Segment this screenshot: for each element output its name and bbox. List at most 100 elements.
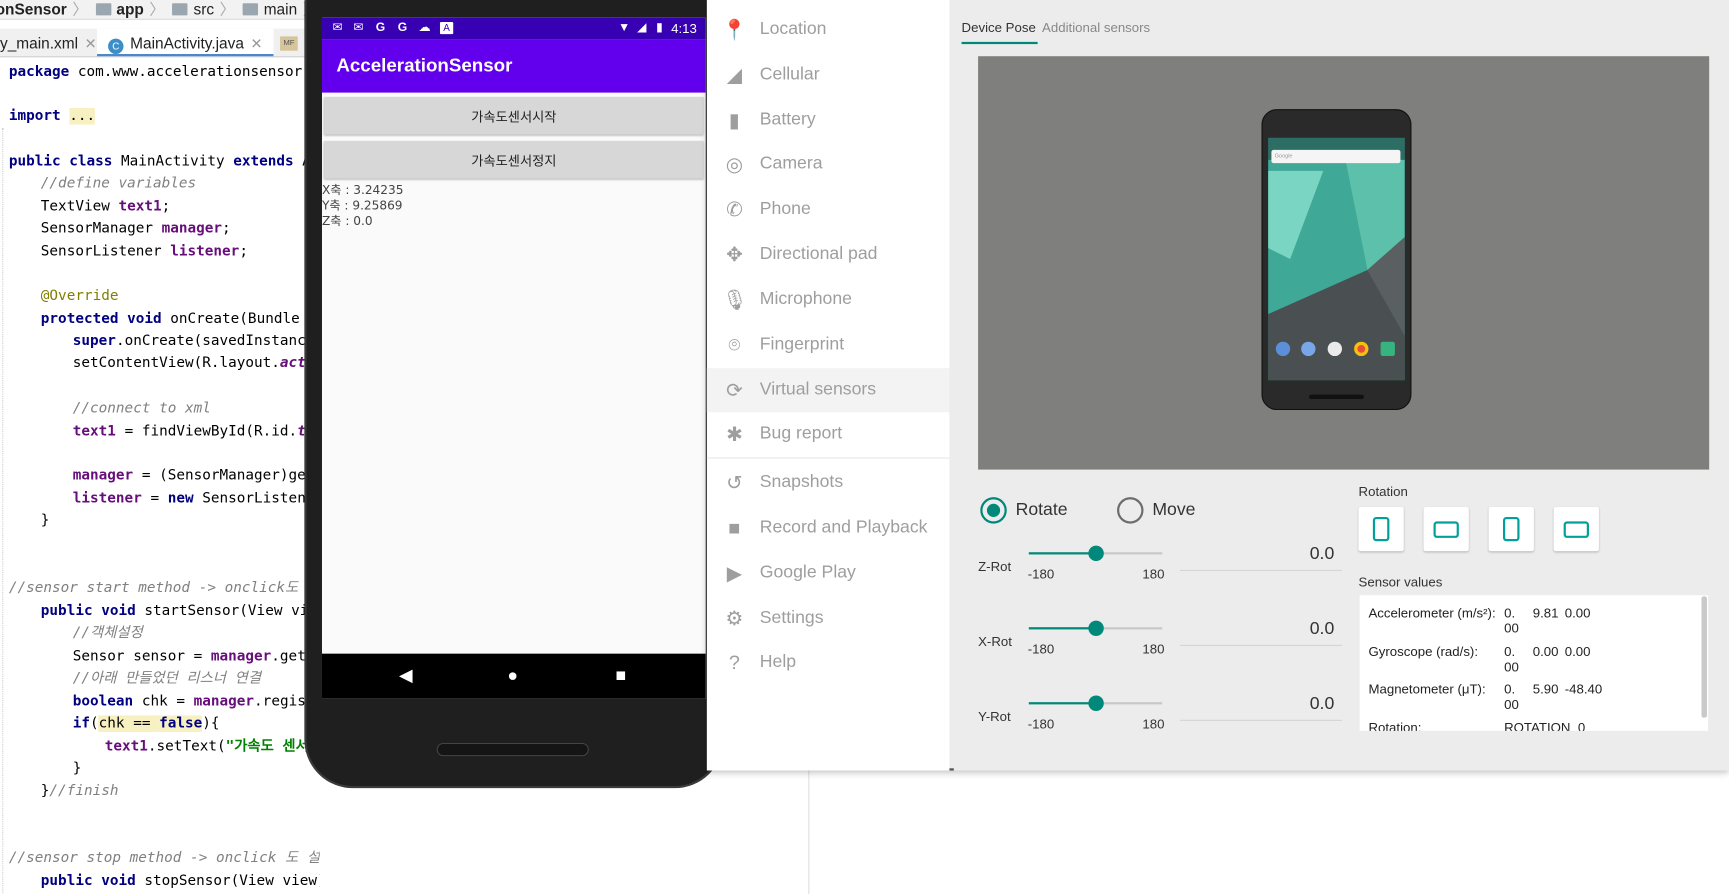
code-line: package com.www.accelerationsensor;: [8, 63, 311, 81]
gmail-icon: ✉: [332, 20, 343, 35]
zrot-slider-thumb[interactable]: [1087, 545, 1104, 562]
rotate-landscape-button[interactable]: [1423, 507, 1469, 552]
code-line: super.onCreate(savedInstanceS: [72, 332, 320, 350]
tab-activity-main-xml[interactable]: y_main.xml ✕: [0, 29, 97, 57]
yrot-max-label: 180: [1142, 716, 1165, 732]
cloud-icon: ☁: [418, 20, 431, 35]
home-icon[interactable]: ●: [491, 654, 535, 699]
device-speaker-grille: [436, 742, 589, 757]
menu-item-label: Location: [759, 19, 827, 39]
fingerprint-icon: ⌾: [728, 333, 741, 357]
magnetometer-z: -48.40: [1564, 681, 1603, 697]
start-sensor-button[interactable]: 가속도센서시작: [324, 97, 704, 135]
gyroscope-y: 0.00: [1532, 643, 1559, 660]
tab-mainactivity-java[interactable]: C MainActivity.java ✕: [97, 28, 274, 57]
dock-messages-icon: [1301, 341, 1316, 357]
code-line: public void stopSensor(View view){: [40, 873, 320, 890]
yrot-value-underline: [1179, 719, 1342, 721]
menu-item-phone[interactable]: ✆ Phone: [707, 187, 950, 231]
breadcrumb-module[interactable]: onSensor: [0, 0, 69, 18]
code-line: import ...: [8, 108, 96, 125]
menu-item-fingerprint[interactable]: ⌾ Fingerprint: [707, 323, 950, 367]
signal-icon: ◢: [726, 63, 743, 86]
dpad-icon: ✥: [726, 243, 743, 266]
gear-icon: ⚙: [725, 607, 744, 630]
yrot-slider-fill: [1028, 702, 1096, 705]
menu-item-directional-pad[interactable]: ✥ Directional pad: [707, 233, 950, 277]
menu-item-battery[interactable]: ▮ Battery: [707, 98, 950, 142]
breadcrumb-app[interactable]: app: [114, 0, 146, 18]
magnetometer-x-wrap: 00: [1504, 696, 1519, 713]
tab-additional-sensors[interactable]: Additional sensors: [1042, 18, 1150, 44]
zrot-label: Z-Rot: [978, 558, 1012, 575]
landscape-icon: [1433, 521, 1459, 538]
move-radio[interactable]: [1117, 497, 1144, 524]
window-edge: [949, 768, 954, 771]
close-icon[interactable]: ✕: [85, 35, 97, 52]
menu-item-settings[interactable]: ⚙ Settings: [707, 596, 950, 640]
editor-divider: [808, 769, 810, 894]
code-editor[interactable]: package com.www.accelerationsensor; impo…: [0, 62, 320, 894]
breadcrumb-src[interactable]: src: [191, 0, 216, 18]
java-class-icon: C: [108, 38, 124, 55]
gyroscope-label: Gyroscope (rad/s):: [1368, 643, 1479, 660]
folder-icon: [95, 3, 111, 16]
menu-item-camera[interactable]: ◎ Camera: [707, 142, 950, 186]
close-icon[interactable]: ✕: [251, 35, 263, 52]
reverse-portrait-icon: [1502, 516, 1520, 542]
reverse-landscape-icon: [1563, 521, 1589, 538]
code-line: }: [72, 760, 82, 778]
history-icon: ↺: [726, 471, 743, 494]
google-icon: G: [375, 20, 386, 35]
google-icon: G: [397, 20, 408, 35]
pose-device-speaker: [1308, 394, 1365, 400]
code-line: //sensor stop method -> onclick 도 설정: [8, 849, 320, 867]
sensor-values-list[interactable]: Accelerometer (m/s²): 0. 00 9.81 0.00 Gy…: [1359, 595, 1709, 731]
rotate-radio[interactable]: [980, 497, 1007, 524]
code-line: text1 = findViewById(R.id.tex: [72, 423, 320, 440]
stop-sensor-button[interactable]: 가속도센서정지: [324, 141, 704, 179]
phone-icon: ✆: [726, 198, 743, 221]
rotate-reverse-portrait-button[interactable]: [1488, 507, 1534, 552]
menu-item-label: Fingerprint: [759, 335, 845, 354]
xrot-slider-fill: [1028, 627, 1096, 630]
zrot-value-field[interactable]: 0.0: [1180, 545, 1335, 565]
code-line: //sensor start method -> onclick도 설: [8, 579, 320, 597]
menu-item-help[interactable]: ? Help: [707, 640, 950, 684]
recents-icon[interactable]: ■: [599, 654, 643, 699]
move-label: Move: [1152, 500, 1196, 520]
menu-item-bug-report[interactable]: ✱ Bug report: [707, 412, 950, 456]
breadcrumb-main[interactable]: main: [261, 0, 299, 18]
menu-item-label: Bug report: [759, 424, 843, 444]
manifest-file-icon[interactable]: MF: [280, 36, 298, 51]
menu-item-snapshots[interactable]: ↺ Snapshots: [707, 461, 950, 505]
menu-item-microphone[interactable]: 🎙 Microphone: [707, 278, 950, 322]
code-line: if(chk == false){: [72, 715, 220, 732]
status-time: 4:13: [671, 20, 697, 37]
rotate-portrait-button[interactable]: [1358, 507, 1404, 552]
code-line: manager = (SensorManager)getS: [72, 467, 320, 484]
menu-item-record-and-playback[interactable]: ■ Record and Playback: [707, 506, 950, 550]
rotation-label: Rotation:: [1368, 719, 1422, 731]
emulator-screen[interactable]: ✉ ✉ G G ☁ A ▼ ◢ ▮ 4:13 AccelerationSenso…: [321, 17, 706, 699]
back-icon[interactable]: ◀: [384, 654, 428, 699]
menu-item-google-play[interactable]: ▶ Google Play: [707, 551, 950, 595]
sensor-values-scrollbar[interactable]: [1701, 596, 1707, 718]
rotate-reverse-landscape-button[interactable]: [1553, 507, 1599, 552]
menu-item-virtual-sensors[interactable]: ⟳ Virtual sensors: [706, 368, 950, 413]
accelerometer-label: Accelerometer (m/s²):: [1368, 605, 1496, 621]
z-axis-value: Z축 : 0.0: [321, 213, 373, 229]
signal-icon: ◢: [637, 20, 647, 35]
xrot-slider-thumb[interactable]: [1087, 620, 1104, 637]
menu-item-cellular[interactable]: ◢ Cellular: [707, 53, 950, 97]
app-title: AccelerationSensor: [321, 39, 706, 93]
xrot-label: X-Rot: [978, 633, 1012, 650]
gyroscope-x-wrap: 00: [1504, 659, 1519, 675]
menu-item-location[interactable]: 📍 Location: [707, 8, 950, 52]
tab-device-pose[interactable]: Device Pose: [961, 18, 1039, 45]
code-line: SensorListener listener;: [40, 243, 248, 261]
yrot-slider-thumb[interactable]: [1087, 695, 1104, 711]
zrot-slider-fill: [1028, 552, 1096, 555]
xrot-value-field[interactable]: 0.0: [1180, 619, 1335, 639]
yrot-value-field[interactable]: 0.0: [1180, 694, 1335, 714]
